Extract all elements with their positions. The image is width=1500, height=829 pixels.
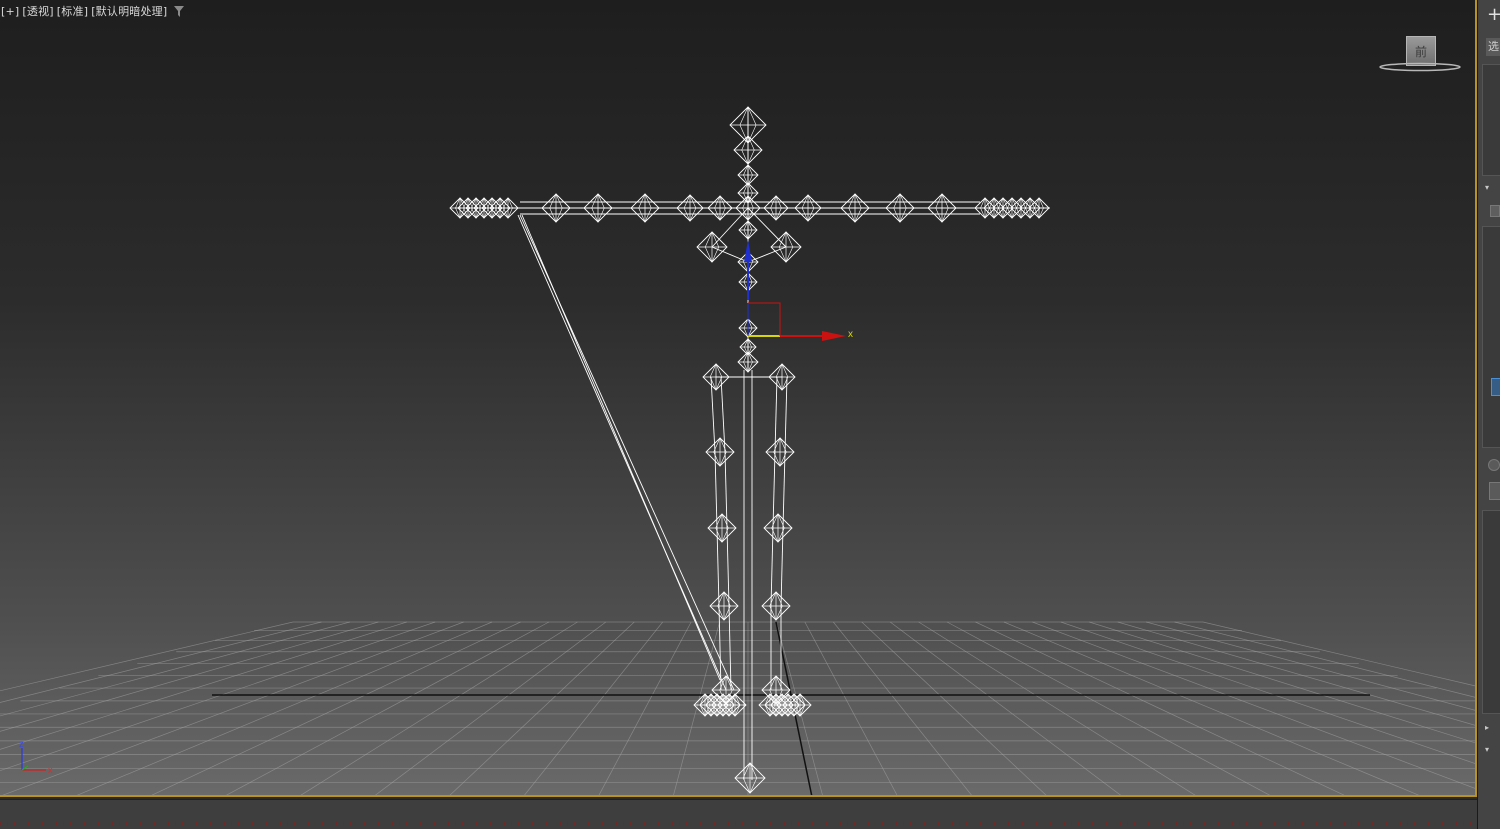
biped-skeleton-wireframe[interactable] — [449, 106, 1050, 794]
rollout-collapse-icon[interactable]: ▾ — [1485, 746, 1489, 754]
bone-segment — [711, 246, 749, 263]
grid-line — [375, 621, 607, 795]
grid-line — [673, 621, 720, 795]
leg-bone — [772, 451, 776, 529]
grid-line — [76, 621, 493, 795]
grid-line — [1089, 621, 1475, 744]
command-panel: + 选 ▾ ▾ ▾ ▸ ▾ — [1477, 0, 1500, 829]
command-panel-list — [1482, 226, 1500, 448]
leg-bone — [770, 527, 774, 607]
transform-gizmo[interactable]: x — [744, 240, 853, 341]
leg-right-joint — [761, 591, 791, 621]
leg-bone — [724, 451, 728, 529]
gizmo-x-label: x — [848, 329, 853, 340]
bone-segment — [747, 246, 787, 263]
perspective-viewport[interactable]: x [+] [透视] [标准] [默认明暗处理] 前 z x — [0, 0, 1477, 797]
grid-line — [861, 621, 1047, 795]
grid-line — [300, 621, 578, 795]
ground-grid — [0, 621, 1475, 795]
grid-line — [1060, 621, 1475, 764]
grid-line — [1117, 621, 1475, 726]
leg-bone — [728, 605, 732, 691]
axis-tripod-icon: z x — [19, 739, 53, 775]
grid-line — [946, 621, 1271, 795]
create-plus-icon[interactable]: + — [1487, 6, 1500, 24]
timeline-ticks — [0, 822, 1477, 826]
app-window: x [+] [透视] [标准] [默认明暗处理] 前 z x + — [0, 0, 1500, 829]
leg-left-joint — [709, 591, 739, 621]
gizmo-z-arrowhead[interactable] — [744, 240, 752, 262]
leg-bone — [780, 527, 784, 607]
leg-bone — [716, 527, 720, 607]
ik-chain-line — [517, 214, 727, 691]
grid-line — [975, 621, 1345, 795]
grid-line — [804, 621, 898, 795]
compass-ring-icon[interactable] — [1378, 60, 1462, 74]
grid-line — [1032, 621, 1475, 789]
grid-line — [833, 621, 972, 795]
toggle-button[interactable] — [1489, 482, 1500, 500]
viewport-label-menu: [+] [透视] [标准] [默认明暗处理] — [1, 3, 185, 19]
rollout-expand-icon[interactable]: ▸ — [1485, 724, 1489, 732]
grid-line — [598, 621, 692, 795]
leg-bone — [714, 451, 718, 529]
checkbox[interactable] — [1490, 205, 1500, 217]
hand-right-finger — [1028, 197, 1050, 219]
axis-z-label: z — [19, 739, 24, 749]
grid-line — [918, 621, 1196, 795]
grid-line — [524, 621, 663, 795]
radio-button[interactable] — [1488, 459, 1500, 471]
timeline-bar[interactable] — [0, 799, 1477, 829]
leg-right-joint — [765, 437, 795, 467]
grid-line — [1003, 621, 1420, 795]
leg-right-joint — [763, 513, 793, 543]
leg-bone — [782, 451, 786, 529]
viewport-point-of-view-menu[interactable]: [透视] — [22, 3, 53, 19]
hand-left-finger — [497, 197, 519, 219]
grid-line — [2, 621, 464, 795]
leg-left-joint — [705, 437, 735, 467]
gizmo-x-arrowhead[interactable] — [822, 331, 846, 341]
grid-line — [151, 621, 521, 795]
command-panel-tab[interactable]: 选 — [1486, 38, 1500, 56]
viewport-general-menu[interactable]: [+] — [1, 5, 19, 18]
ik-chain-line — [521, 214, 721, 681]
leg-bone — [784, 376, 788, 453]
command-panel-rollout — [1482, 64, 1500, 176]
grid-line — [225, 621, 550, 795]
viewport-standard-menu[interactable]: [标准] — [57, 3, 88, 19]
leg-left-joint — [707, 513, 737, 543]
grid-line — [1174, 621, 1475, 698]
rollout-collapse-icon[interactable]: ▾ — [1485, 184, 1489, 192]
command-panel-rollout — [1482, 510, 1500, 714]
filter-funnel-icon[interactable] — [174, 5, 185, 17]
grid-line — [449, 621, 635, 795]
gizmo-plane-handle[interactable] — [748, 302, 781, 336]
root-joint — [734, 762, 766, 794]
viewport-shading-menu[interactable]: [默认明暗处理] — [91, 3, 167, 19]
leg-bone — [726, 527, 730, 607]
scene-canvas[interactable]: x — [0, 0, 1477, 797]
grid-line — [889, 621, 1121, 795]
axis-x-label: x — [48, 765, 53, 775]
selected-list-item[interactable] — [1491, 378, 1500, 396]
viewcube[interactable]: 前 — [1378, 32, 1462, 78]
